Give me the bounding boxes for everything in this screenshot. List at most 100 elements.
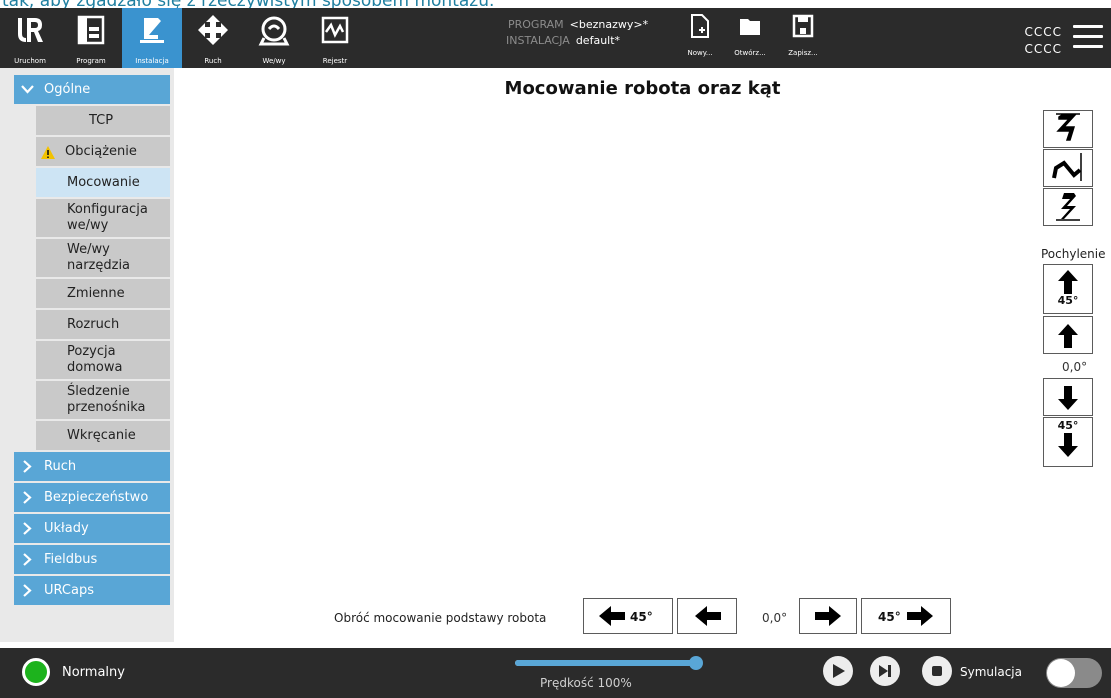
sidebar-group-label: Ruch [44,459,77,474]
speed-slider-handle[interactable] [689,656,703,670]
sidebar-item-variables[interactable]: Zmienne [36,279,170,308]
chevron-right-icon [23,522,32,535]
log-chart-icon [321,16,349,44]
user-line-1: CCCC [1024,25,1062,39]
tab-move[interactable]: Ruch [183,8,243,68]
stop-button[interactable] [922,656,952,686]
footer-bar: Normalny Prędkość 100% Symulacja [0,648,1111,698]
user-line-2: CCCC [1024,42,1062,56]
open-button-label: Otwórz... [734,49,766,57]
speed-text: Prędkość 100% [540,676,632,690]
sidebar-item-label: Mocowanie [67,175,140,190]
tab-log-label: Rejestr [322,57,348,65]
sidebar-item-label: TCP [89,113,114,128]
tab-run[interactable]: Uruchom [0,8,60,68]
sidebar-item-screwdriving[interactable]: Wkręcanie [36,421,170,450]
tilt-down-button[interactable] [1043,378,1093,416]
arrow-left-icon [695,606,721,626]
program-value: <beznazwy>* [569,18,649,31]
play-icon [833,664,845,678]
installation-value: default* [575,34,621,47]
new-button-label: Nowy... [687,49,713,57]
arrow-down-icon [1058,433,1078,457]
robot-floor-mount-icon [1056,113,1080,141]
arrow-up-icon [1058,324,1078,348]
arrow-left-icon [599,606,625,626]
sidebar-group-label: Bezpieczeństwo [44,490,149,505]
tilt-step-label: 45° [1057,294,1079,307]
sidebar-group-general-label: Ogólne [44,82,91,97]
user-info: CCCC CCCC [1024,24,1062,58]
program-icon [77,15,105,45]
sidebar-item-conveyor-tracking[interactable]: Śledzenie przenośnika [36,381,170,419]
sidebar-group-label: URCaps [44,583,94,598]
folder-icon [740,19,760,35]
sidebar-group-label: Układy [44,521,89,536]
play-button[interactable] [823,656,853,686]
sidebar-group-features[interactable]: Układy [14,514,170,543]
save-button[interactable]: Zapisz... [780,8,826,68]
io-icon [258,16,290,46]
page-title: Mocowanie robota oraz kąt [504,78,781,99]
simulation-toggle[interactable] [1046,658,1102,688]
rotate-left-45-button[interactable]: 45° [583,598,673,634]
sidebar-item-home[interactable]: Pozycja domowa [36,341,170,379]
sidebar-group-general[interactable]: Ogólne [14,75,170,104]
sidebar-group-fieldbus[interactable]: Fieldbus [14,545,170,574]
sidebar-group-safety[interactable]: Bezpieczeństwo [14,483,170,512]
tab-run-label: Uruchom [14,57,46,65]
arrow-right-icon [815,606,841,626]
sidebar-item-startup[interactable]: Rozruch [36,310,170,339]
sidebar-item-label: Pozycja domowa [67,344,123,375]
chevron-right-icon [23,584,32,597]
program-name: PROGRAM <beznazwy>* [508,18,649,31]
mount-ceiling-button[interactable] [1043,188,1093,226]
tilt-up-45-button[interactable]: 45° [1043,264,1093,314]
tilt-down-45-button[interactable]: 45° [1043,417,1093,467]
sidebar-item-label: We/wy narzędzia [67,242,131,273]
speed-slider-fill [515,660,696,666]
ur-logo-icon [18,18,43,42]
mount-wall-button[interactable] [1043,149,1093,187]
save-disk-icon [792,14,814,38]
tilt-up-button[interactable] [1043,316,1093,354]
sidebar: Ogólne TCP Obciążenie Mocowanie Konfigur… [14,75,170,607]
rotate-step-label: 45° [630,610,653,624]
rotate-right-button[interactable] [799,598,857,634]
status-indicator-icon[interactable] [22,658,50,686]
mount-floor-button[interactable] [1043,110,1093,148]
sidebar-item-mounting[interactable]: Mocowanie [36,168,170,197]
tab-program[interactable]: Program [61,8,121,68]
chevron-right-icon [23,553,32,566]
sidebar-group-move[interactable]: Ruch [14,452,170,481]
move-arrows-icon [198,15,228,45]
sidebar-item-label: Obciążenie [65,144,137,159]
sidebar-item-payload[interactable]: Obciążenie [36,137,170,166]
tab-io[interactable]: We/wy [244,8,304,68]
sidebar-item-tool-io[interactable]: We/wy narzędzia [36,239,170,277]
sidebar-item-io-setup[interactable]: Konfiguracja we/wy [36,199,170,237]
step-button[interactable] [870,656,900,686]
sidebar-group-urcaps[interactable]: URCaps [14,576,170,605]
rotate-base-label: Obróć mocowanie podstawy robota [334,611,547,625]
new-file-icon [691,14,709,38]
tab-program-label: Program [76,57,106,65]
sidebar-item-label: Konfiguracja we/wy [67,202,148,233]
tab-log[interactable]: Rejestr [305,8,365,68]
new-button[interactable]: Nowy... [677,8,723,68]
robot-status-text: Normalny [62,665,125,680]
simulation-label: Symulacja [960,665,1022,679]
chevron-down-icon [21,85,34,94]
tilt-label: Pochylenie [1041,247,1106,261]
tab-installation[interactable]: Instalacja [122,8,182,68]
sidebar-item-tcp[interactable]: TCP [36,106,170,135]
rotate-step-label: 45° [878,610,901,624]
speed-slider[interactable] [515,656,703,670]
open-button[interactable]: Otwórz... [727,8,773,68]
hamburger-menu-icon[interactable] [1073,25,1103,51]
sidebar-item-label: Wkręcanie [67,428,136,443]
rotate-left-button[interactable] [677,598,737,634]
arrow-up-icon [1058,270,1078,294]
top-toolbar: Uruchom Program Instalacja Ruch We/wy Re… [0,8,1111,68]
rotate-right-45-button[interactable]: 45° [861,598,951,634]
